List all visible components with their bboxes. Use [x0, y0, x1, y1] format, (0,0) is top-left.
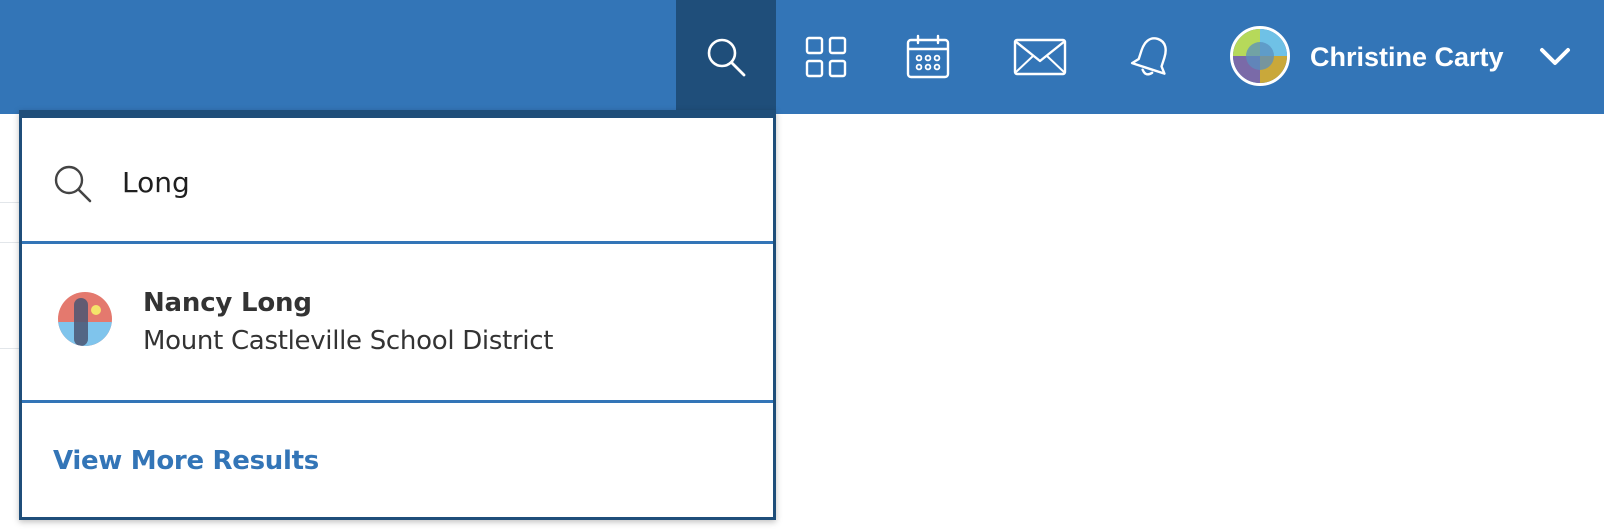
result-name: Nancy Long [143, 288, 312, 318]
calendar-icon [906, 34, 950, 79]
page-divider [0, 348, 19, 349]
user-menu-toggle[interactable] [1538, 40, 1572, 79]
search-icon [707, 38, 746, 77]
notifications-button[interactable] [1100, 0, 1204, 114]
apps-grid-icon [805, 36, 847, 78]
search-field-icon [52, 163, 94, 210]
mail-button[interactable] [988, 0, 1092, 114]
avatar-image [58, 292, 112, 346]
top-nav-bar: Christine Carty [0, 0, 1604, 114]
bell-icon [1130, 37, 1167, 76]
search-icon [54, 165, 92, 203]
page-divider [0, 242, 19, 243]
user-name[interactable]: Christine Carty [1310, 0, 1504, 114]
view-more-results-link[interactable]: View More Results [53, 446, 319, 476]
mail-icon [1013, 38, 1067, 76]
search-dropdown: Nancy Long Mount Castleville School Dist… [19, 110, 776, 520]
page-divider [0, 202, 19, 203]
chevron-down-icon [1540, 48, 1570, 65]
search-button[interactable] [676, 0, 776, 114]
calendar-button[interactable] [878, 0, 978, 114]
avatar-image [1233, 29, 1287, 83]
search-result-item[interactable]: Nancy Long Mount Castleville School Dist… [22, 244, 773, 403]
search-input[interactable] [122, 156, 742, 208]
result-organization: Mount Castleville School District [143, 326, 554, 356]
user-avatar[interactable] [1230, 26, 1290, 86]
result-avatar [58, 292, 112, 346]
apps-button[interactable] [776, 0, 876, 114]
view-more-row: View More Results [22, 406, 773, 517]
dropdown-top-bar [22, 110, 773, 118]
search-field-row [22, 118, 773, 244]
